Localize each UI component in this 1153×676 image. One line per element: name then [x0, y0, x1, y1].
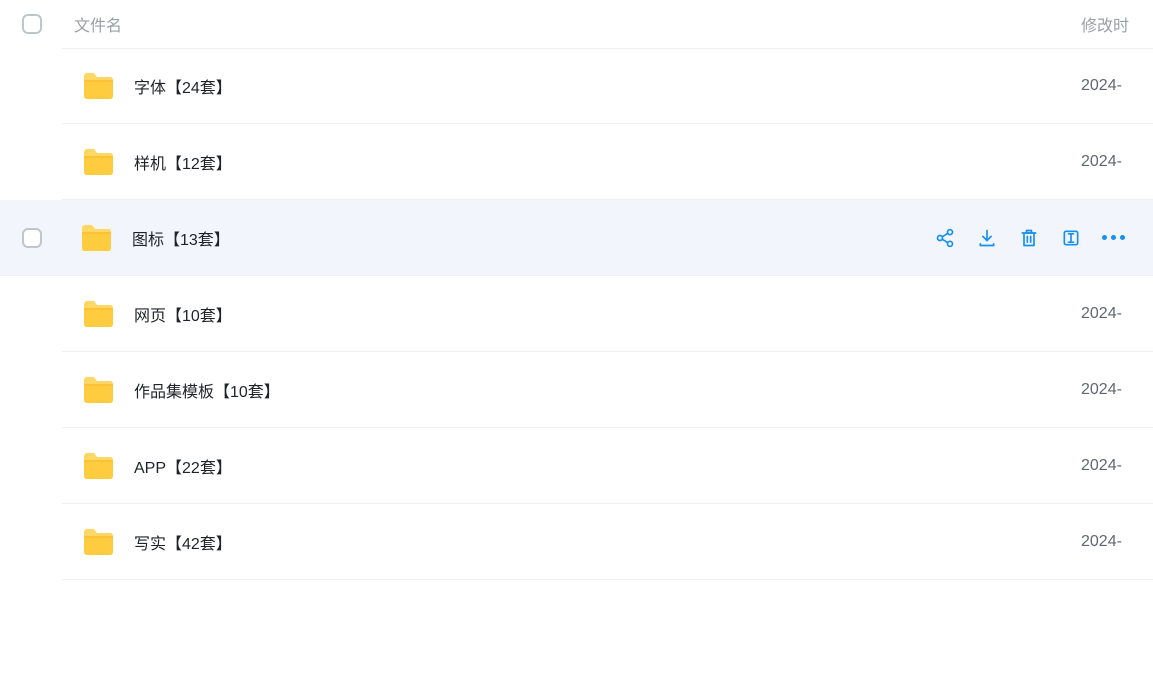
delete-button[interactable] [1019, 228, 1039, 248]
file-name[interactable]: 样机【12套】 [132, 150, 1081, 174]
folder-icon-cell [74, 300, 132, 328]
share-button[interactable] [935, 228, 955, 248]
select-all-cell [12, 14, 72, 34]
folder-icon [82, 148, 114, 176]
table-row[interactable]: 字体【24套】2024- [62, 48, 1153, 124]
table-row[interactable]: 图标【13套】 [0, 200, 1153, 276]
header-filename[interactable]: 文件名 [72, 12, 1081, 36]
folder-icon [82, 376, 114, 404]
row-checkbox-cell [12, 228, 72, 248]
file-name[interactable]: 字体【24套】 [132, 74, 1081, 98]
file-name[interactable]: 图标【13套】 [130, 226, 935, 250]
table-row[interactable]: 样机【12套】2024- [62, 124, 1153, 200]
file-name[interactable]: 写实【42套】 [132, 530, 1081, 554]
modified-date: 2024- [1081, 533, 1141, 551]
folder-icon-cell [74, 376, 132, 404]
table-row[interactable]: 网页【10套】2024- [62, 276, 1153, 352]
table-row[interactable]: 作品集模板【10套】2024- [62, 352, 1153, 428]
folder-icon [80, 224, 112, 252]
folder-icon-cell [74, 72, 132, 100]
row-actions [935, 228, 1141, 248]
more-button[interactable] [1103, 228, 1123, 248]
modified-date: 2024- [1081, 305, 1141, 323]
folder-icon-cell [74, 452, 132, 480]
folder-icon [82, 528, 114, 556]
folder-icon-cell [72, 224, 130, 252]
select-all-checkbox[interactable] [22, 14, 42, 34]
folder-icon [82, 72, 114, 100]
header-modtime[interactable]: 修改时 [1081, 12, 1141, 36]
file-list-container: 文件名 修改时 字体【24套】2024- 样机【12套】2024- 图标【13套… [0, 0, 1153, 580]
folder-icon [82, 300, 114, 328]
modified-date: 2024- [1081, 381, 1141, 399]
folder-icon-cell [74, 148, 132, 176]
file-name[interactable]: 作品集模板【10套】 [132, 378, 1081, 402]
table-row[interactable]: APP【22套】2024- [62, 428, 1153, 504]
folder-icon [82, 452, 114, 480]
more-icon [1102, 235, 1125, 240]
table-row[interactable]: 写实【42套】2024- [62, 504, 1153, 580]
row-checkbox[interactable] [22, 228, 42, 248]
table-header: 文件名 修改时 [0, 0, 1153, 48]
folder-icon-cell [74, 528, 132, 556]
file-rows: 字体【24套】2024- 样机【12套】2024- 图标【13套】 [0, 48, 1153, 580]
modified-date: 2024- [1081, 77, 1141, 95]
rename-button[interactable] [1061, 228, 1081, 248]
modified-date: 2024- [1081, 457, 1141, 475]
file-name[interactable]: 网页【10套】 [132, 302, 1081, 326]
file-name[interactable]: APP【22套】 [132, 454, 1081, 478]
modified-date: 2024- [1081, 153, 1141, 171]
download-button[interactable] [977, 228, 997, 248]
